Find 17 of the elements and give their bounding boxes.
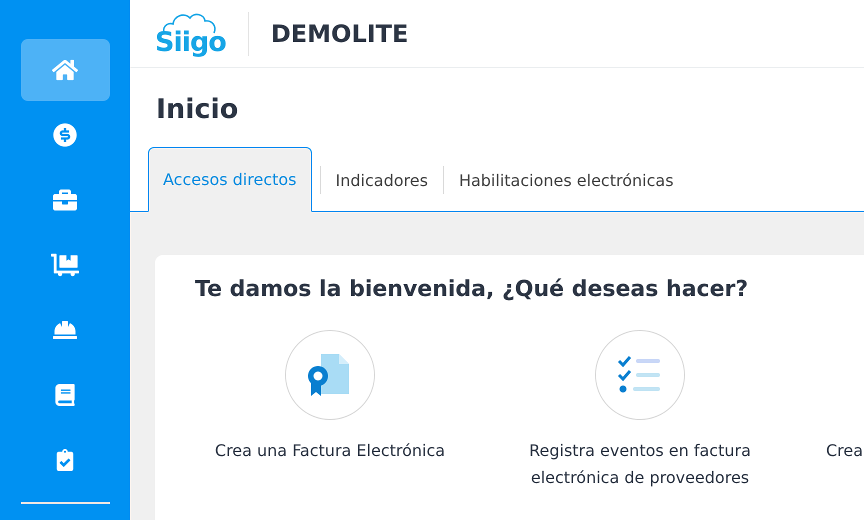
- page-title: Inicio: [156, 94, 240, 125]
- book-icon: [54, 384, 76, 406]
- welcome-heading: Te damos la bienvenida, ¿Qué deseas hacer?: [195, 277, 750, 302]
- briefcase-icon: [53, 188, 77, 212]
- home-icon: [52, 57, 78, 83]
- clipboard-check-icon: [54, 449, 76, 471]
- hard-hat-icon: [53, 318, 77, 342]
- logo: Siigo: [155, 28, 226, 56]
- sidebar-item[interactable]: [20, 39, 110, 101]
- company-name: DEMOLITE: [270, 20, 408, 48]
- shortcut-label[interactable]: Crea: [826, 437, 864, 464]
- checklist-icon: [617, 355, 663, 395]
- shortcut-label[interactable]: Crea una Factura Electrónica: [214, 437, 446, 464]
- dolly-icon: [51, 251, 79, 279]
- shortcut-button[interactable]: [285, 330, 375, 420]
- dollar-icon: [51, 121, 79, 149]
- shortcut-label[interactable]: Registra eventos en factura electrónica de proveedores: [505, 437, 775, 491]
